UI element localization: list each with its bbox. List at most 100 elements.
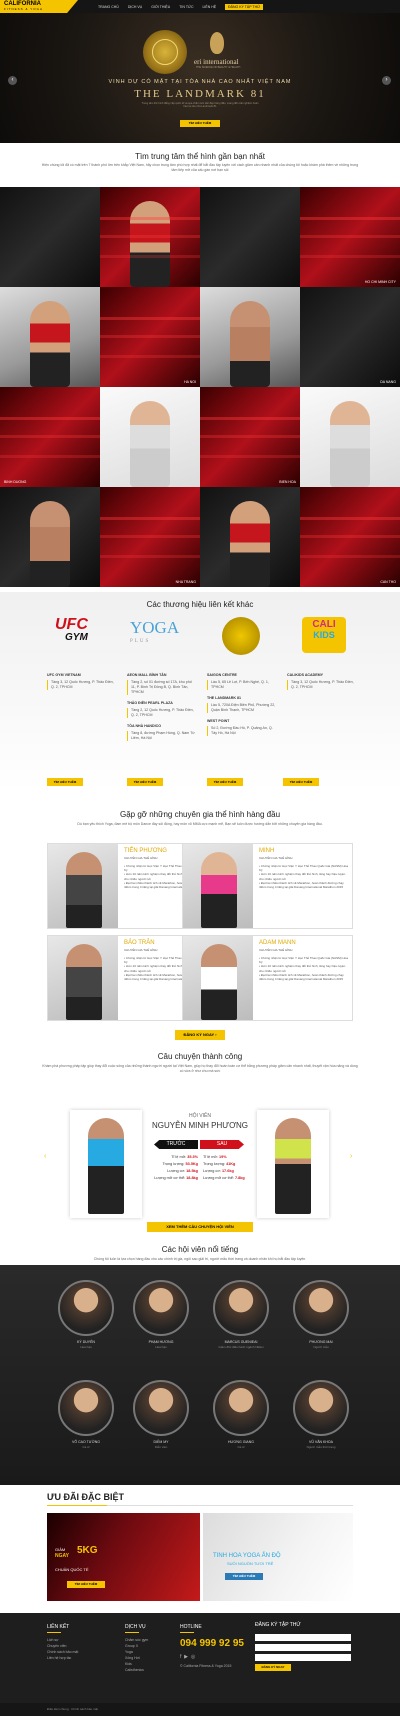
tile-ha-noi[interactable]: HA NOI — [100, 287, 200, 387]
hero-next-arrow-icon[interactable]: › — [382, 76, 391, 85]
member-card-name: KỲ DUYÊN — [77, 1340, 95, 1344]
calikids-logo[interactable]: CALI KIDS — [302, 617, 346, 653]
member-card-role: Giám đốc điều hành ngành Nikkei — [218, 1345, 264, 1349]
tile-photo — [200, 187, 300, 287]
avatar — [133, 1280, 189, 1336]
location-address: Lầu 5, 65 Lê Lợi, P. Bến Nghé, Q. 1, TPH… — [207, 680, 277, 690]
more-stories-button[interactable]: XEM THÊM CÂU CHUYỆN HỘI VIÊN — [147, 1222, 253, 1232]
location-heading: UFC GYM VIETNAM — [47, 673, 81, 677]
promo-learn-more-button[interactable]: TÌM HIỂU THÊM — [225, 1573, 263, 1580]
main-nav: TRANG CHỦ DỊCH VỤ GIỚI THIỆU TIN TỨC LIÊ… — [98, 0, 264, 13]
experts-title: Gặp gỡ những chuyên gia thể hình hàng đầ… — [119, 810, 281, 819]
member-card[interactable]: PHƯƠNG MAI Người mẫu — [281, 1280, 361, 1349]
calikids-learn-more-button[interactable]: TÌM HIỂU THÊM — [283, 778, 319, 786]
location-address: Tầng 8, đường Phạm Hùng, Q. Nam Từ Liêm,… — [127, 731, 197, 741]
experts-subtitle: Dù bạn yêu thích Yoga, đam mê bộ môn Dan… — [77, 822, 323, 826]
centers-subtitle: Hiện chúng tôi đã có mặt trên 7 thành ph… — [41, 163, 359, 172]
location-heading: TÒA NHÀ HANDICO — [127, 724, 162, 728]
members-title: Các hội viên nổi tiếng — [161, 1245, 239, 1254]
story-next-arrow-icon[interactable]: › — [350, 1153, 352, 1160]
location-heading: THẢO ĐIỀN PEARL PLAZA — [127, 701, 173, 705]
location-address: Lầu 5, 720A Điện Biên Phủ, Phường 22, Qu… — [207, 703, 277, 713]
promo-banner-yoga[interactable]: TINH HOA YOGA ẤN ĐỘ SUỐI NGUỒN TƯƠI TRẺ … — [203, 1513, 353, 1601]
hero-description: Trung tâm thể hình đẳng cấp quốc tế và s… — [141, 102, 259, 108]
footer-link[interactable]: Calisthenics — [125, 1667, 148, 1673]
nav-news[interactable]: TIN TỨC — [179, 5, 193, 9]
member-card[interactable]: MARCUS GUENIEAI Giám đốc điều hành ngành … — [201, 1280, 281, 1349]
story-title: Câu chuyện thành công — [157, 1052, 243, 1061]
location-address: Tầng 3, 12 Quốc Hương, P. Thảo Điền, Q. … — [287, 680, 357, 690]
expert-name: BẢO TRÂN — [124, 940, 155, 946]
member-label: HỘI VIÊN — [189, 1113, 211, 1119]
email-input[interactable] — [255, 1654, 351, 1661]
city-label: BIEN HOA — [279, 480, 296, 484]
phone-input[interactable] — [255, 1644, 351, 1651]
member-card[interactable]: VÕ CAO TƯỜNG Ca sĩ — [46, 1380, 126, 1449]
register-submit-button[interactable]: ĐĂNG KÝ NGAY — [255, 1664, 291, 1671]
tile-nha-trang[interactable]: NHA TRANG — [100, 487, 200, 587]
ufc-gym-logo[interactable]: UFC GYM — [55, 617, 115, 655]
yoga-plus-logo[interactable]: YOGA PLUS — [130, 617, 190, 655]
footer-heading: DỊCH VỤ — [125, 1624, 148, 1633]
expert-register-button[interactable]: ĐĂNG KÝ NGAY › — [175, 1030, 225, 1040]
hero-kicker: VINH DỰ CÓ MẶT TẠI TÒA NHÀ CAO NHẤT VIỆT… — [108, 79, 292, 85]
expert-photo — [183, 936, 253, 1020]
location-heading: SAIGON CENTRE — [207, 673, 237, 677]
nav-services[interactable]: DỊCH VỤ — [128, 5, 142, 9]
expert-card[interactable]: MINH CHUYÊN GIA THỂ HÌNH • Chứng nhận từ… — [182, 843, 353, 929]
location-heading: THE LANDMARK 81 — [207, 696, 241, 700]
tile-binh-duong[interactable]: BINH DUONG — [0, 387, 100, 487]
promo-text: GIẢM — [55, 1547, 66, 1552]
city-label: NHA TRANG — [175, 580, 196, 584]
eri-drop-icon — [210, 32, 224, 54]
brands-title: Các thương hiệu liên kết khác — [146, 600, 254, 609]
hero-learn-more-button[interactable]: TÌM HIỂU THÊM — [180, 120, 220, 127]
avatar — [293, 1380, 349, 1436]
athlete-photo — [230, 501, 270, 587]
member-card[interactable]: PHẠM HƯƠNG Hoa hậu — [121, 1280, 201, 1349]
tile-ho-chi-minh[interactable]: HO CHI MINH CITY — [300, 187, 400, 287]
member-card-name: PHẠM HƯƠNG — [148, 1340, 174, 1344]
member-card[interactable]: HƯƠNG GIANG Ca sĩ — [201, 1380, 281, 1449]
member-card-role: Hoa hậu — [155, 1345, 167, 1349]
avatar — [293, 1280, 349, 1336]
tile-photo — [200, 287, 300, 387]
tile-da-nang[interactable]: DA NANG — [300, 287, 400, 387]
expert-name: ADAM MANN — [259, 940, 296, 946]
nav-home[interactable]: TRANG CHỦ — [98, 5, 119, 9]
location-address: Tầng 2, 12 Quốc Hương, P. Thảo Điền, Q. … — [127, 708, 197, 718]
member-card-role: Hoa hậu — [80, 1345, 92, 1349]
nav-register-button[interactable]: ĐĂNG KÝ TẬP THỬ — [225, 3, 264, 10]
tile-can-tho[interactable]: CAN THO — [300, 487, 400, 587]
promo-text: NGAY — [55, 1553, 69, 1559]
member-card[interactable]: VŨ VĂN KHOA Người mẫu thời trang — [281, 1380, 361, 1449]
tile-photo — [0, 187, 100, 287]
tile-bien-hoa[interactable]: BIEN HOA — [200, 387, 300, 487]
hotline-number[interactable]: 094 999 92 95 — [180, 1638, 244, 1649]
facebook-icon[interactable]: f — [180, 1654, 181, 1660]
expert-role: CHUYÊN GIA THỂ HÌNH — [259, 948, 293, 952]
name-input[interactable] — [255, 1634, 351, 1641]
expert-card[interactable]: ADAM MANN CHUYÊN GIA THỂ HÌNH • Chứng nh… — [182, 935, 353, 1021]
footer-link[interactable]: Liên hệ hợp tác — [47, 1655, 78, 1661]
member-card-name: DIỄM MY — [153, 1440, 169, 1444]
member-card[interactable]: KỲ DUYÊN Hoa hậu — [46, 1280, 126, 1349]
story-prev-arrow-icon[interactable]: ‹ — [44, 1153, 46, 1160]
yoga-learn-more-button[interactable]: TÌM HIỂU THÊM — [127, 778, 163, 786]
saigon-learn-more-button[interactable]: TÌM HIỂU THÊM — [207, 778, 243, 786]
nav-about[interactable]: GIỚI THIỆU — [151, 5, 170, 9]
hero-prev-arrow-icon[interactable]: ‹ — [8, 76, 17, 85]
brand-logo[interactable]: CALIFORNIA FITNESS & YOGA — [0, 0, 78, 13]
promo-learn-more-button[interactable]: TÌM HIỂU THÊM — [67, 1581, 105, 1588]
social-icons: f ▶ ◎ — [180, 1654, 195, 1660]
ufc-learn-more-button[interactable]: TÌM HIỂU THÊM — [47, 778, 83, 786]
nav-contact[interactable]: LIÊN HỆ — [202, 5, 216, 9]
saigon-gym-emblem-logo[interactable] — [222, 617, 260, 655]
hero-title: THE LANDMARK 81 — [134, 88, 266, 100]
instagram-icon[interactable]: ◎ — [191, 1654, 195, 1660]
expert-name: MINH — [259, 848, 275, 854]
youtube-icon[interactable]: ▶ — [184, 1654, 188, 1660]
footer-services: DỊCH VỤ Chăm sóc gym Group X Yoga Xông H… — [125, 1624, 148, 1673]
promo-banner-lose-weight[interactable]: GIẢM NGAY 5KG CHUẨN QUỐC TẾ TÌM HIỂU THÊ… — [47, 1513, 200, 1601]
member-card[interactable]: DIỄM MY Diễn viên — [121, 1380, 201, 1449]
